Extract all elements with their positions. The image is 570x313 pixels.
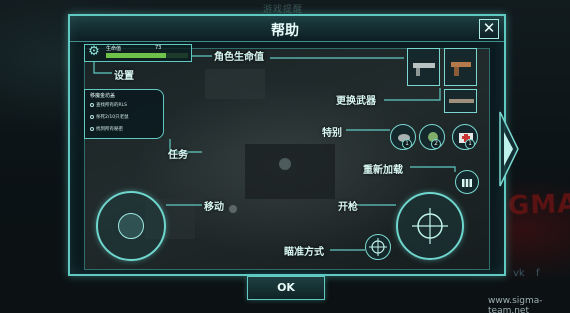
vk-icon[interactable]: vk	[513, 268, 525, 279]
mission-item: 杀死2/10只老鼠	[96, 115, 129, 120]
close-icon: ✕	[482, 19, 496, 37]
callout-settings: 设置	[114, 71, 134, 82]
weapon-slot-2[interactable]	[444, 48, 477, 86]
health-label: 生命值	[106, 46, 122, 52]
health-bar-fill	[106, 53, 166, 58]
callout-move: 移动	[204, 202, 224, 213]
chevron-right-icon[interactable]	[498, 110, 520, 188]
health-value: 73	[155, 45, 162, 51]
close-button[interactable]: ✕	[479, 19, 499, 39]
aim-mode-button[interactable]	[365, 234, 391, 260]
move-joystick-knob[interactable]	[118, 213, 144, 239]
callout-reload: 重新加载	[363, 165, 403, 176]
facebook-icon[interactable]: f	[536, 268, 540, 279]
ammo-icon	[462, 179, 472, 187]
special-count-3: 1	[465, 139, 475, 149]
dialog-title: 帮助	[271, 23, 299, 39]
mission-item: 查找所有的RLS	[96, 103, 127, 108]
ok-button[interactable]: OK	[247, 276, 325, 300]
callout-fire: 开枪	[338, 202, 358, 213]
rifle-icon	[413, 63, 435, 76]
callout-special: 特别	[322, 128, 342, 139]
health-bar	[106, 53, 188, 58]
crosshair-icon	[412, 208, 448, 244]
crosshair-icon	[369, 238, 387, 256]
callout-switch-weapon: 更换武器	[336, 96, 376, 107]
mission-item: 找到所有秘密	[96, 127, 123, 132]
mission-bullet	[90, 127, 94, 131]
callout-mission: 任务	[168, 150, 188, 161]
fire-joystick[interactable]	[396, 192, 464, 260]
special-count-2: 2	[431, 139, 441, 149]
mission-bullet	[90, 103, 94, 107]
mission-bullet	[90, 115, 94, 119]
shotgun-icon	[449, 99, 474, 103]
special-count-1: 1	[402, 139, 412, 149]
gear-icon[interactable]: ⚙	[86, 44, 102, 60]
callout-health: 角色生命值	[214, 52, 264, 63]
weapon-slot-1[interactable]	[407, 48, 440, 86]
watermark: www.sigma-team.net	[488, 296, 543, 313]
background-logo-text: GMA	[507, 188, 570, 222]
callout-aim-mode: 瞄准方式	[284, 247, 324, 258]
pistol-icon	[451, 62, 471, 76]
mission-title: 移魔金坊盖	[90, 93, 116, 99]
weapon-slot-3[interactable]	[444, 89, 477, 113]
dialog-header: 帮助 ✕	[70, 16, 504, 42]
